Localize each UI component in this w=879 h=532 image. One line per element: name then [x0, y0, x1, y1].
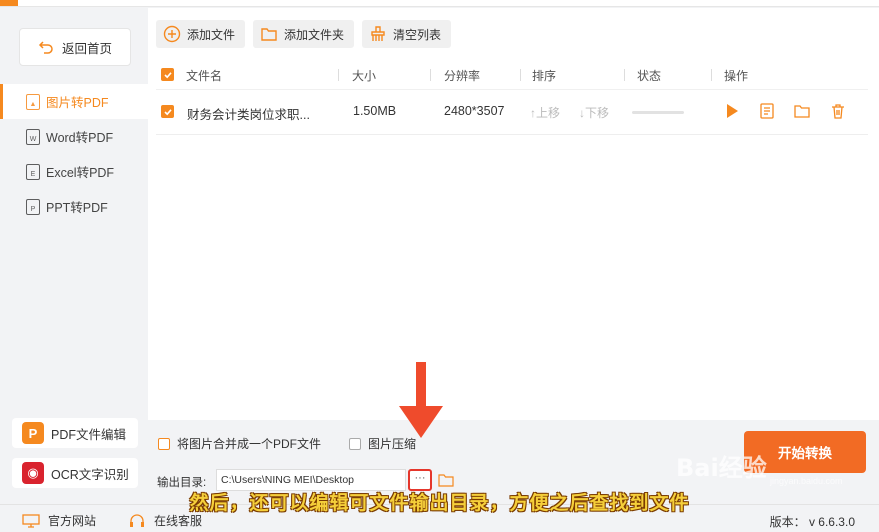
folder-icon [261, 28, 277, 41]
select-all-checkbox[interactable] [161, 68, 174, 81]
compress-checkbox[interactable] [349, 437, 361, 450]
clear-list-button[interactable]: 清空列表 [362, 20, 452, 48]
tutorial-subtitle: 然后，还可以编辑可文件输出目录，方便之后查找到文件 [189, 492, 690, 514]
trash-icon[interactable] [829, 102, 847, 120]
watermark-url: jingyan.baidu.com [770, 476, 843, 486]
add-file-button[interactable]: 添加文件 [156, 20, 246, 48]
monitor-icon [22, 513, 40, 528]
headset-icon [130, 513, 144, 527]
table-row[interactable]: 财务会计类岗位求职... 1.50MB 2480*3507 ↑上移 ↓下移 [156, 89, 868, 135]
image-file-icon: ▲ [26, 93, 40, 110]
broom-icon [371, 26, 385, 41]
header-action: 操作 [724, 69, 749, 83]
ocr-label: OCR文字识别 [51, 467, 129, 482]
sidebar-item-excel-to-pdf[interactable]: E Excel转PDF [0, 154, 148, 189]
sidebar-item-ppt-to-pdf[interactable]: P PPT转PDF [0, 189, 148, 224]
header-divider [624, 69, 625, 81]
row-resolution: 2480*3507 [444, 104, 505, 118]
open-folder-icon[interactable] [793, 102, 811, 120]
header-divider [520, 69, 521, 81]
ocr-eye-icon: ◉ [22, 462, 44, 484]
pdf-edit-label: PDF文件编辑 [51, 427, 127, 442]
ppt-file-icon: P [26, 198, 40, 215]
sidebar-nav: ▲ 图片转PDF W Word转PDF E Excel转PDF P PPT转PD… [0, 84, 148, 224]
document-preview-icon[interactable] [758, 102, 776, 120]
merge-label: 将图片合并成一个PDF文件 [177, 437, 322, 451]
sidebar: 返回首页 ▲ 图片转PDF W Word转PDF E Excel转PDF P P… [0, 8, 148, 504]
sidebar-item-label: Word转PDF [46, 131, 114, 145]
clear-list-label: 清空列表 [393, 27, 442, 42]
toolbar: 添加文件 添加文件夹 清空列表 [156, 20, 452, 48]
back-arrow-icon [38, 41, 53, 54]
move-up-label: 上移 [536, 106, 561, 120]
add-folder-button[interactable]: 添加文件夹 [253, 20, 355, 48]
row-checkbox[interactable] [161, 105, 174, 118]
sidebar-item-image-to-pdf[interactable]: ▲ 图片转PDF [0, 84, 148, 119]
move-up-button[interactable]: ↑上移 [530, 104, 560, 121]
move-down-button[interactable]: ↓下移 [579, 104, 609, 121]
status-progress-bar [632, 111, 684, 114]
file-list-panel: 添加文件 添加文件夹 清空列表 文件名 大小 分辨率 排序 状态 操作 财务会计… [148, 8, 879, 420]
ocr-button[interactable]: ◉ OCR文字识别 [12, 458, 138, 488]
plus-circle-icon [163, 25, 181, 43]
header-divider [338, 69, 339, 81]
home-button-label: 返回首页 [61, 41, 112, 56]
header-divider [711, 69, 712, 81]
sidebar-item-word-to-pdf[interactable]: W Word转PDF [0, 119, 148, 154]
row-filename: 财务会计类岗位求职... [187, 108, 310, 122]
header-status: 状态 [637, 69, 662, 83]
header-order: 排序 [532, 69, 557, 83]
row-size: 1.50MB [353, 104, 397, 118]
baidu-jingyan-watermark: Bai经验 [676, 454, 767, 482]
red-arrow-annotation [399, 362, 443, 438]
merge-option[interactable]: 将图片合并成一个PDF文件 [158, 435, 321, 452]
merge-checkbox[interactable] [158, 437, 170, 450]
play-icon[interactable] [723, 102, 741, 120]
table-header: 文件名 大小 分辨率 排序 状态 操作 [156, 64, 868, 86]
version-label: 版本： v 6.6.3.0 [769, 515, 855, 529]
header-filename: 文件名 [186, 69, 223, 83]
sidebar-item-label: Excel转PDF [46, 166, 115, 180]
title-bar [0, 0, 879, 7]
sidebar-item-label: PPT转PDF [46, 201, 108, 215]
app-logo [0, 0, 18, 6]
excel-file-icon: E [26, 163, 40, 180]
home-button[interactable]: 返回首页 [19, 28, 131, 66]
add-folder-label: 添加文件夹 [284, 27, 345, 42]
word-file-icon: W [26, 128, 40, 145]
pdf-edit-icon: P [22, 422, 44, 444]
header-size: 大小 [352, 69, 377, 83]
move-down-label: 下移 [585, 106, 610, 120]
header-resolution: 分辨率 [444, 69, 481, 83]
pdf-edit-button[interactable]: P PDF文件编辑 [12, 418, 138, 448]
header-divider [430, 69, 431, 81]
sidebar-item-label: 图片转PDF [46, 96, 109, 110]
open-output-folder-icon[interactable] [438, 472, 454, 488]
add-file-label: 添加文件 [187, 27, 236, 42]
